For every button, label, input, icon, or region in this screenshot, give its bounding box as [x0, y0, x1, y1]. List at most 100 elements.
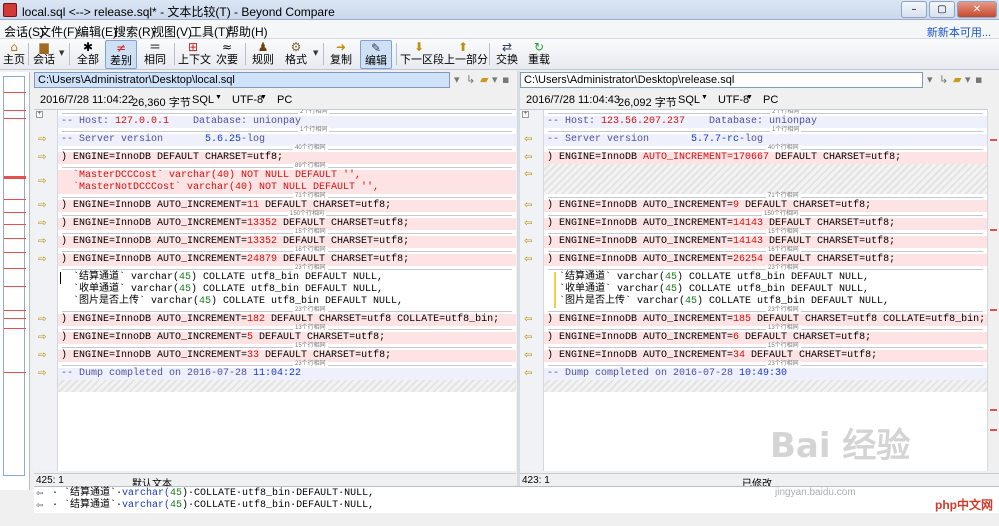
- copy-arrow-icon[interactable]: ⇨: [38, 177, 53, 187]
- code-line: ) ENGINE=InnoDB AUTO_INCREMENT=13352 DEF…: [58, 236, 516, 248]
- arrow-down-icon: ⬇: [413, 40, 425, 54]
- copy-arrow-icon[interactable]: ⇨: [38, 153, 53, 163]
- equal-icon: ＝: [148, 40, 161, 54]
- next-section-button[interactable]: ⬇ 下一区段: [400, 40, 444, 69]
- close-button[interactable]: ✕: [957, 1, 997, 18]
- home-icon: ⌂: [10, 40, 18, 54]
- menu-session[interactable]: 会话(S): [4, 23, 44, 40]
- watermark-url: jingyan.baidu.com: [775, 487, 856, 498]
- copy-arrow-icon[interactable]: ⇦: [524, 201, 539, 211]
- expand-icon[interactable]: +: [522, 111, 529, 118]
- home-button[interactable]: ⌂ 主页: [3, 40, 25, 69]
- diffs-button[interactable]: ≠ 差别: [105, 40, 137, 69]
- copy-arrow-icon[interactable]: ⇨: [38, 135, 53, 145]
- detail-line-right: ⇦ · `结算通道`·varchar(45)·COLLATE·utf8_bin·D…: [36, 500, 375, 511]
- copy-arrow-icon[interactable]: ⇨: [38, 201, 53, 211]
- swap-button[interactable]: ⇄ 交换: [495, 40, 519, 69]
- prev-part-button[interactable]: ⬆ 上一部分: [444, 40, 488, 69]
- expand-icon[interactable]: +: [36, 111, 43, 118]
- chevron-down-icon[interactable]: ▾: [965, 73, 971, 86]
- right-path-input[interactable]: C:\Users\Administrator\Desktop\release.s…: [520, 72, 923, 88]
- edit-icon: ✎: [370, 41, 382, 55]
- right-date: 2016/7/28 11:04:43: [526, 94, 620, 106]
- session-button[interactable]: ▆ 会话: [32, 40, 56, 69]
- left-cursor-pos: 425: 1: [36, 475, 64, 486]
- left-text-pane[interactable]: 2个行相同 + -- Host: 127.0.0.1 Database: uni…: [34, 109, 516, 471]
- copy-arrow-icon[interactable]: ⇦: [524, 333, 539, 343]
- arrow-right-icon: ➜: [335, 40, 347, 54]
- missing-lines: [544, 164, 987, 194]
- menu-view[interactable]: 视图(V): [152, 23, 192, 40]
- copy-arrow-icon[interactable]: ⇨: [38, 237, 53, 247]
- text-cursor: [60, 272, 61, 284]
- copy-arrow-icon[interactable]: ⇦: [524, 153, 539, 163]
- same-button[interactable]: ＝相同: [141, 40, 169, 69]
- menu-tools[interactable]: 工具(T): [190, 23, 229, 40]
- menu-file[interactable]: 文件(F): [39, 23, 78, 40]
- code-line: `MasterDCCCost` varchar(40) NOT NULL DEF…: [58, 170, 516, 182]
- copy-arrow-icon[interactable]: ⇦: [524, 170, 539, 180]
- context-button[interactable]: ⊞ 上下文: [178, 40, 211, 69]
- copy-arrow-icon[interactable]: ⇨: [38, 369, 53, 379]
- copy-arrow-icon[interactable]: ⇦: [524, 369, 539, 379]
- copy-arrow-icon[interactable]: ⇨: [38, 333, 53, 343]
- left-encoding[interactable]: UTF-8: [232, 94, 263, 106]
- history-icon[interactable]: ↳: [466, 73, 475, 86]
- menu-edit[interactable]: 编辑(E): [77, 23, 117, 40]
- right-file-info: 2016/7/28 11:04:43 26,092 字节 SQL ▼ UTF-8 ▼…: [526, 94, 779, 109]
- menu-help[interactable]: 帮助(H): [227, 23, 268, 40]
- maximize-button[interactable]: ▢: [929, 1, 955, 18]
- code-line: ) ENGINE=InnoDB DEFAULT CHARSET=utf8;: [58, 152, 516, 164]
- vertical-scrollbar[interactable]: [987, 109, 999, 471]
- approx-icon: ≈: [221, 40, 233, 54]
- format-button[interactable]: ⚙ 格式: [284, 40, 308, 69]
- swap-icon: ⇄: [501, 40, 513, 54]
- folder-icon[interactable]: ▰: [480, 73, 488, 86]
- right-gutter: [520, 110, 544, 471]
- referee-icon: ♟: [257, 40, 269, 54]
- copy-arrow-icon[interactable]: ⇨: [38, 219, 53, 229]
- right-encoding[interactable]: UTF-8: [718, 94, 749, 106]
- context-icon: ⊞: [187, 40, 199, 54]
- copy-arrow-icon[interactable]: ⇦: [524, 237, 539, 247]
- code-line: -- Host: 123.56.207.237 Database: unionp…: [544, 116, 987, 128]
- copy-arrow-icon[interactable]: ⇦: [524, 315, 539, 325]
- copy-arrow-icon[interactable]: ⇨: [38, 315, 53, 325]
- left-path-input[interactable]: C:\Users\Administrator\Desktop\local.sql: [34, 72, 450, 88]
- dropdown-icon[interactable]: ▾: [927, 73, 933, 86]
- copy-arrow-icon[interactable]: ⇨: [38, 255, 53, 265]
- reload-button[interactable]: ↻ 重载: [527, 40, 551, 69]
- menu-bar: 会话(S) 文件(F) 编辑(E) 搜索(R) 视图(V) 工具(T) 帮助(H…: [0, 20, 999, 39]
- copy-arrow-icon[interactable]: ⇦: [524, 135, 539, 145]
- right-lang[interactable]: SQL: [678, 94, 700, 106]
- detail-line-left: ⇦ · `结算通道`·varchar(45)·COLLATE·utf8_bin·D…: [36, 488, 375, 499]
- folder-icon[interactable]: ▰: [953, 73, 961, 86]
- dropdown-icon[interactable]: ▾: [454, 73, 460, 86]
- rules-button[interactable]: ♟ 规则: [251, 40, 275, 69]
- save-icon[interactable]: ▪: [502, 73, 509, 86]
- left-date: 2016/7/28 11:04:22: [40, 94, 134, 106]
- all-button[interactable]: ✱ 全部: [76, 40, 100, 69]
- left-eol[interactable]: PC: [277, 94, 292, 106]
- copy-arrow-icon[interactable]: ⇦: [524, 255, 539, 265]
- code-line: ) ENGINE=InnoDB AUTO_INCREMENT=24879 DEF…: [58, 254, 516, 266]
- right-size: 26,092 字节: [618, 97, 677, 109]
- save-icon[interactable]: ▪: [975, 73, 982, 86]
- right-text-pane[interactable]: 2个行相同 + -- Host: 123.56.207.237 Database…: [520, 109, 987, 471]
- code-line: `MasterNotDCCCost` varchar(40) NOT NULL …: [58, 182, 516, 194]
- new-version-link[interactable]: 新新本可用...: [927, 24, 991, 40]
- history-icon[interactable]: ↳: [939, 73, 948, 86]
- copy-arrow-icon[interactable]: ⇦: [524, 219, 539, 229]
- minor-button[interactable]: ≈ 次要: [214, 40, 240, 69]
- copy-arrow-icon[interactable]: ⇨: [38, 351, 53, 361]
- edit-button[interactable]: ✎ 编辑: [360, 40, 392, 69]
- code-line: `收单通道` varchar(45) COLLATE utf8_bin DEFA…: [544, 284, 987, 296]
- menu-search[interactable]: 搜索(R): [114, 23, 155, 40]
- copy-button[interactable]: ➜ 复制: [329, 40, 353, 69]
- minimize-button[interactable]: –: [901, 1, 927, 18]
- left-lang[interactable]: SQL: [192, 94, 214, 106]
- right-eol[interactable]: PC: [763, 94, 778, 106]
- chevron-down-icon[interactable]: ▾: [492, 73, 498, 86]
- copy-arrow-icon[interactable]: ⇦: [524, 351, 539, 361]
- overview-strip[interactable]: [0, 72, 30, 490]
